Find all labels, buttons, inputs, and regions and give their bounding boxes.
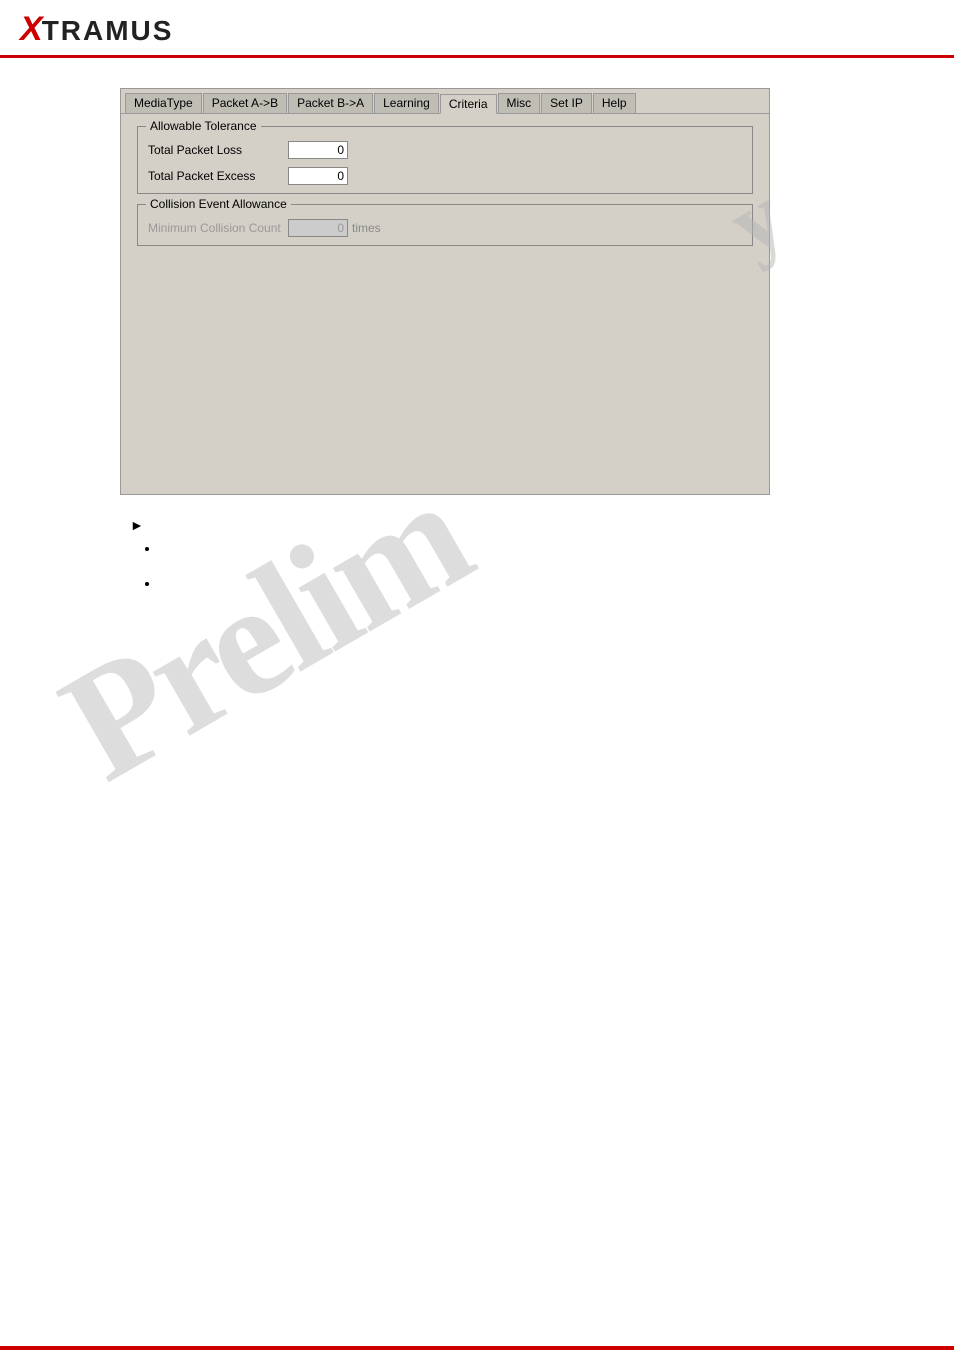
tab-mediatype[interactable]: MediaType	[125, 93, 202, 113]
total-packet-excess-row: Total Packet Excess	[148, 167, 742, 185]
notes-section: ►	[120, 515, 934, 591]
criteria-tab-content: Allowable Tolerance Total Packet Loss To…	[121, 114, 769, 494]
bullet-item-1	[160, 541, 934, 556]
tab-learning[interactable]: Learning	[374, 93, 439, 113]
min-collision-count-row: Minimum Collision Count times	[148, 219, 742, 237]
collision-event-label: Collision Event Allowance	[146, 197, 291, 211]
logo-x: X	[20, 10, 42, 48]
collision-event-group: Collision Event Allowance Minimum Collis…	[137, 204, 753, 246]
total-packet-loss-input[interactable]	[288, 141, 348, 159]
main-content: y MediaType Packet A->B Packet B->A Lear…	[0, 58, 954, 631]
footer-bar	[0, 1346, 954, 1350]
min-collision-count-input[interactable]	[288, 219, 348, 237]
header: XTRAMUS	[0, 0, 954, 58]
total-packet-excess-label: Total Packet Excess	[148, 169, 288, 183]
tab-packet-ab[interactable]: Packet A->B	[203, 93, 287, 113]
tab-setip[interactable]: Set IP	[541, 93, 592, 113]
preliminary-watermark: Prelim	[32, 443, 496, 818]
note-arrow: ►	[130, 515, 934, 533]
allowable-tolerance-label: Allowable Tolerance	[146, 119, 261, 133]
bullet-list	[130, 541, 934, 591]
tab-help[interactable]: Help	[593, 93, 636, 113]
bullet-item-2	[160, 576, 934, 591]
arrow-icon: ►	[130, 517, 144, 533]
total-packet-excess-input[interactable]	[288, 167, 348, 185]
tab-criteria[interactable]: Criteria	[440, 94, 497, 114]
total-packet-loss-row: Total Packet Loss	[148, 141, 742, 159]
min-collision-count-label: Minimum Collision Count	[148, 221, 288, 235]
tab-panel: y MediaType Packet A->B Packet B->A Lear…	[120, 88, 770, 495]
tab-misc[interactable]: Misc	[498, 93, 541, 113]
logo: XTRAMUS	[20, 10, 173, 49]
times-suffix: times	[352, 221, 381, 235]
allowable-tolerance-group: Allowable Tolerance Total Packet Loss To…	[137, 126, 753, 194]
tab-packet-ba[interactable]: Packet B->A	[288, 93, 373, 113]
total-packet-loss-label: Total Packet Loss	[148, 143, 288, 157]
logo-rest: TRAMUS	[42, 15, 174, 46]
tab-bar: MediaType Packet A->B Packet B->A Learni…	[121, 89, 769, 114]
